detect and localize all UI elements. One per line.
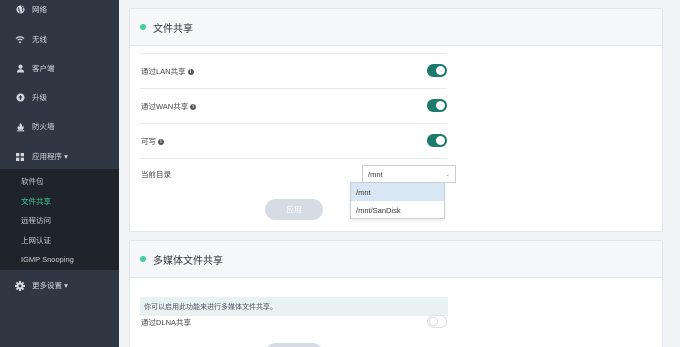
user-icon [15, 64, 25, 74]
lan-share-toggle[interactable] [427, 64, 447, 77]
sidebar-item-label: 更多设置 ▾ [32, 281, 68, 290]
firewall-icon [15, 122, 25, 132]
directory-dropdown: /mnt /mnt/SanDisk [350, 182, 445, 219]
sidebar-item-upgrade[interactable]: 升级 [0, 83, 119, 112]
dlna-label: 通过DLNA共享 [141, 318, 192, 327]
wifi-icon [15, 35, 25, 45]
dlna-toggle[interactable] [427, 315, 447, 328]
dlna-row: 通过DLNA共享 [140, 311, 447, 346]
sidebar-item-label: 应用程序 ▾ [32, 152, 68, 161]
globe-icon [15, 5, 25, 15]
bullet-dot-icon [140, 24, 146, 30]
wan-share-label-text: 通过WAN共享 [141, 102, 189, 111]
sidebar: 网络 无线 客户端 升级 防火墙 应用程序 ▾ 软件包 文件共享 远程访问 上网… [0, 0, 119, 347]
toggle-knob [436, 101, 445, 110]
applications-submenu: 软件包 文件共享 远程访问 上网认证 IGMP Snooping [0, 169, 119, 270]
directory-select[interactable]: /mnt ⌄ [362, 165, 456, 183]
info-icon[interactable]: i [187, 68, 194, 75]
info-icon[interactable]: i [190, 103, 197, 110]
wan-share-toggle[interactable] [427, 99, 447, 112]
apply-button[interactable]: 应用 [265, 199, 323, 220]
sidebar-item-wireless[interactable]: 无线 [0, 25, 119, 54]
submenu-item-packages[interactable]: 软件包 [21, 176, 44, 187]
submenu-item-remote-access[interactable]: 远程访问 [21, 215, 51, 226]
sidebar-item-label: 无线 [32, 35, 47, 44]
bullet-dot-icon [140, 256, 146, 262]
directory-select-value: /mnt [368, 170, 383, 179]
apply-button[interactable] [265, 343, 323, 347]
lan-share-row: 通过LAN共享 i [140, 53, 447, 88]
submenu-item-file-share[interactable]: 文件共享 [21, 196, 51, 207]
chevron-down-icon: ⌄ [444, 172, 450, 178]
sidebar-item-label: 升级 [32, 93, 47, 102]
lan-share-label-text: 通过LAN共享 [141, 67, 186, 76]
writable-label: 可写 i [141, 136, 164, 147]
writable-row: 可写 i [140, 123, 447, 158]
sidebar-item-label: 客户端 [32, 64, 55, 73]
main-content: 文件共享 通过LAN共享 i 通过WAN共享 i 可写 i 当前目录 /mnt … [119, 0, 680, 347]
directory-option[interactable]: /mnt/SanDisk [351, 201, 444, 219]
media-share-panel: 多媒体文件共享 你可以启用此功能来进行多媒体文件共享。 通过DLNA共享 [129, 240, 663, 347]
submenu-item-igmp-snooping[interactable]: IGMP Snooping [21, 255, 74, 264]
directory-option[interactable]: /mnt [351, 183, 444, 201]
gear-icon [15, 280, 25, 291]
panel-header: 文件共享 [130, 9, 662, 46]
info-icon[interactable]: i [158, 138, 164, 145]
sidebar-item-label: 网络 [32, 5, 47, 14]
sidebar-item-firewall[interactable]: 防火墙 [0, 112, 119, 141]
panel-title: 多媒体文件共享 [153, 256, 223, 267]
directory-label: 当前目录 [141, 170, 171, 179]
sidebar-item-clients[interactable]: 客户端 [0, 54, 119, 83]
panel-header: 多媒体文件共享 [130, 241, 662, 278]
toggle-knob [429, 317, 438, 326]
toggle-knob [436, 136, 445, 145]
panel-title: 文件共享 [153, 24, 193, 35]
sidebar-item-label: 防火墙 [32, 122, 55, 131]
wan-share-label: 通过WAN共享 i [141, 101, 197, 112]
toggle-knob [436, 66, 445, 75]
wan-share-row: 通过WAN共享 i [140, 88, 447, 123]
lan-share-label: 通过LAN共享 i [141, 66, 194, 77]
sidebar-item-applications[interactable]: 应用程序 ▾ [0, 142, 119, 171]
sidebar-item-more-settings[interactable]: 更多设置 ▾ [0, 271, 119, 300]
apps-grid-icon [15, 152, 25, 162]
writable-toggle[interactable] [427, 134, 447, 147]
sidebar-item-network[interactable]: 网络 [0, 0, 119, 24]
submenu-item-web-auth[interactable]: 上网认证 [21, 235, 51, 246]
writable-label-text: 可写 [141, 137, 156, 146]
upgrade-icon [15, 93, 25, 103]
